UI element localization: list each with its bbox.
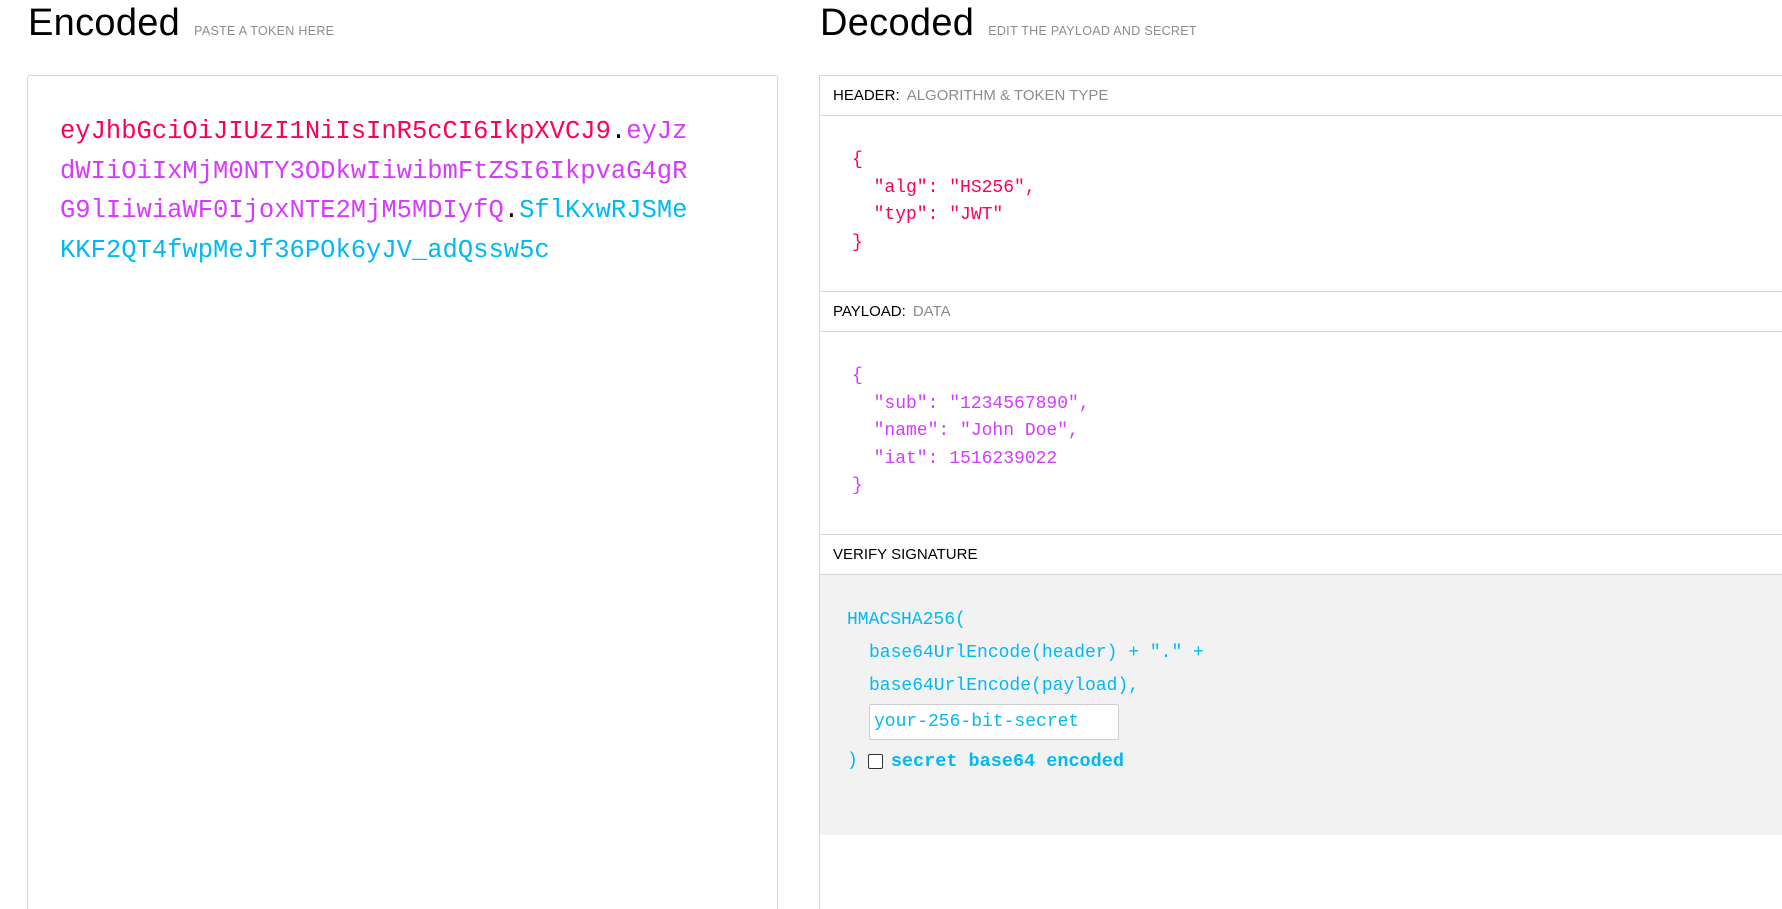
payload-section-title: PAYLOAD: DATA (820, 292, 1782, 332)
secret-input[interactable] (869, 704, 1119, 740)
token-separator: . (503, 196, 520, 225)
header-note: ALGORITHM & TOKEN TYPE (906, 87, 1109, 104)
verify-section-title: VERIFY SIGNATURE (820, 535, 1782, 575)
encode-header-line: base64UrlEncode(header) + "." + (869, 643, 1204, 663)
payload-json[interactable]: { "sub": "1234567890", "name": "John Doe… (852, 363, 1090, 501)
header-label: HEADER: (833, 87, 900, 104)
decoded-subtitle: EDIT THE PAYLOAD AND SECRET (988, 24, 1197, 38)
encoded-token-editor[interactable]: eyJhbGciOiJIUzI1NiIsInR5cCI6IkpXVCJ9.eyJ… (27, 75, 778, 909)
base64-checkbox-label[interactable]: secret base64 encoded (891, 751, 1124, 772)
token-text[interactable]: eyJhbGciOiJIUzI1NiIsInR5cCI6IkpXVCJ9.eyJ… (60, 112, 700, 270)
header-section-title: HEADER: ALGORITHM & TOKEN TYPE (820, 76, 1782, 116)
token-separator: . (610, 117, 627, 146)
payload-note: DATA (912, 303, 951, 320)
base64-checkbox[interactable] (867, 753, 883, 769)
encode-payload-line: base64UrlEncode(payload), (869, 676, 1140, 696)
decoded-heading: Decoded EDIT THE PAYLOAD AND SECRET (820, 2, 1197, 45)
closing-line: ) secret base64 encoded (847, 743, 1204, 779)
verify-signature-body: HMACSHA256( base64UrlEncode(header) + ".… (820, 575, 1782, 835)
encoded-title: Encoded (28, 2, 181, 44)
encoded-heading: Encoded PASTE A TOKEN HERE (28, 2, 334, 45)
signature-code: HMACSHA256( base64UrlEncode(header) + ".… (847, 604, 1204, 779)
token-header-part: eyJhbGciOiJIUzI1NiIsInR5cCI6IkpXVCJ9 (60, 117, 611, 146)
payload-label: PAYLOAD: (833, 303, 906, 320)
decoded-panel: HEADER: ALGORITHM & TOKEN TYPE { "alg": … (819, 75, 1782, 909)
closing-paren: ) (847, 751, 858, 771)
payload-json-editor[interactable]: { "sub": "1234567890", "name": "John Doe… (820, 332, 1782, 535)
decoded-title: Decoded (820, 2, 975, 44)
hmac-function: HMACSHA256( (847, 610, 966, 630)
header-json-editor[interactable]: { "alg": "HS256", "typ": "JWT" } (820, 116, 1782, 292)
encoded-subtitle: PASTE A TOKEN HERE (194, 24, 335, 38)
verify-label: VERIFY SIGNATURE (833, 546, 978, 563)
header-json[interactable]: { "alg": "HS256", "typ": "JWT" } (852, 147, 1036, 257)
